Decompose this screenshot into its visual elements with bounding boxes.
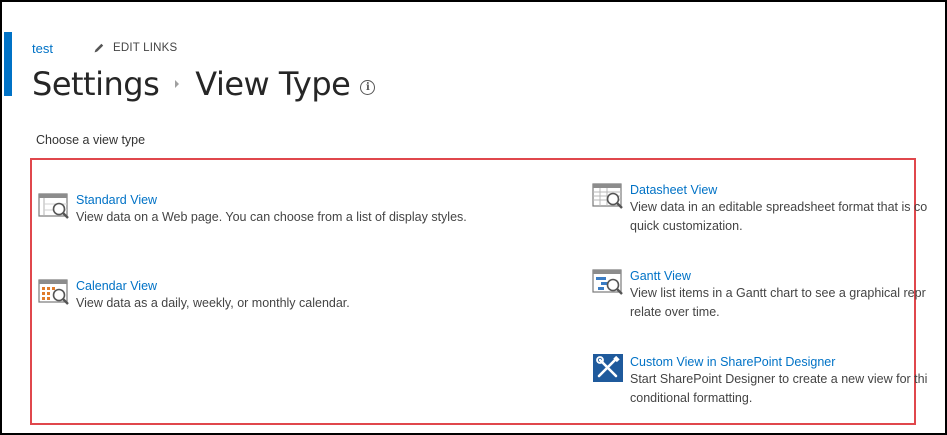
option-standard-view[interactable]: Standard View View data on a Web page. Y… — [38, 192, 467, 227]
option-description-line-2: relate over time. — [630, 305, 720, 319]
option-description: View data as a daily, weekly, or monthly… — [76, 296, 350, 310]
choose-view-type-label: Choose a view type — [36, 133, 146, 147]
top-nav: test EDIT LINKS — [32, 39, 177, 57]
page-frame: test EDIT LINKS Settings View Type i Cho… — [0, 0, 947, 435]
option-description: View data on a Web page. You can choose … — [76, 210, 467, 224]
option-description-line-2: quick customization. — [630, 219, 743, 233]
option-description-line-1: View list items in a Gantt chart to see … — [630, 286, 926, 300]
option-custom-view-sharepoint-designer[interactable]: Custom View in SharePoint Designer Start… — [592, 354, 944, 408]
option-name[interactable]: Gantt View — [630, 268, 926, 284]
info-icon[interactable]: i — [360, 79, 376, 95]
edit-links-label: EDIT LINKS — [112, 42, 178, 54]
option-calendar-view[interactable]: Calendar View View data as a daily, week… — [38, 278, 350, 313]
option-description-line-1: Start SharePoint Designer to create a ne… — [630, 372, 928, 386]
option-name[interactable]: Custom View in SharePoint Designer — [630, 354, 927, 370]
option-description-line-1: View data in an editable spreadsheet for… — [630, 200, 928, 214]
page-title-row: Settings View Type i — [32, 62, 376, 106]
option-datasheet-view[interactable]: Datasheet View View data in an editable … — [592, 182, 944, 236]
calendar-view-icon — [38, 279, 69, 305]
option-name[interactable]: Standard View — [76, 192, 467, 208]
gantt-view-icon — [592, 269, 623, 295]
breadcrumb-separator-icon — [175, 80, 180, 88]
site-link[interactable]: test — [32, 41, 53, 56]
datasheet-view-icon — [592, 183, 623, 209]
accent-bar — [4, 32, 12, 96]
option-name[interactable]: Datasheet View — [630, 182, 927, 198]
pencil-icon — [94, 43, 104, 53]
page-title: View Type — [195, 65, 351, 103]
breadcrumb-settings[interactable]: Settings — [32, 65, 160, 103]
option-gantt-view[interactable]: Gantt View View list items in a Gantt ch… — [592, 268, 944, 322]
standard-view-icon — [38, 193, 69, 219]
option-description-line-2: conditional formatting. — [630, 391, 753, 405]
option-name[interactable]: Calendar View — [76, 278, 350, 294]
sharepoint-designer-icon — [593, 354, 623, 382]
edit-links-button[interactable]: EDIT LINKS — [93, 42, 177, 54]
